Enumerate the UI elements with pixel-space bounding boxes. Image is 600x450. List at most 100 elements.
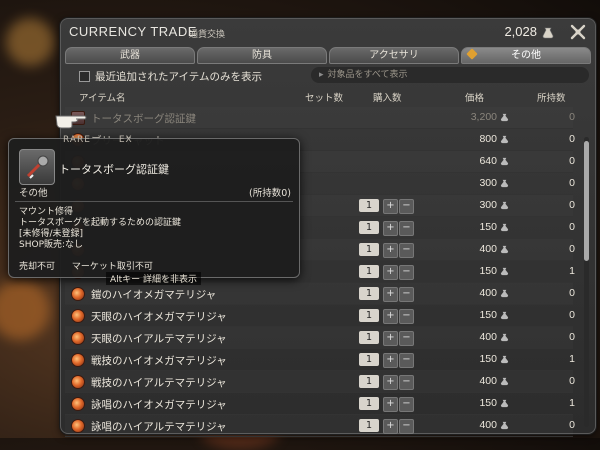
title-bar[interactable]: CURRENCY TRADE 通貨交換 2,028 xyxy=(61,19,595,45)
quantity-input[interactable]: 1 xyxy=(359,331,379,344)
tab-accessories[interactable]: アクセサリ xyxy=(329,47,459,64)
item-price: 150 xyxy=(479,265,497,277)
decrement-button[interactable]: − xyxy=(399,375,414,390)
quantity-input[interactable]: 1 xyxy=(359,221,379,234)
increment-button[interactable]: + xyxy=(383,265,398,280)
increment-button[interactable]: + xyxy=(383,309,398,324)
quantity-input[interactable]: 1 xyxy=(359,265,379,278)
decrement-button[interactable]: − xyxy=(399,331,414,346)
key-item-icon xyxy=(19,149,55,185)
alt-key-hint: Altキー 詳細を非表示 xyxy=(106,272,202,285)
gil-bag-icon xyxy=(500,355,509,364)
item-price: 800 xyxy=(479,133,497,145)
item-owned: 1 xyxy=(569,265,575,277)
decrement-button[interactable]: − xyxy=(399,265,414,280)
gil-bag-icon xyxy=(500,223,509,232)
window-title: CURRENCY TRADE xyxy=(69,24,197,39)
materia-icon xyxy=(71,309,85,323)
decrement-button[interactable]: − xyxy=(399,199,414,214)
recent-only-checkbox[interactable] xyxy=(79,71,90,82)
item-price: 3,200 xyxy=(470,111,497,123)
increment-button[interactable]: + xyxy=(383,287,398,302)
list-item[interactable]: 鎧のハイオメガマテリジャ 1 + − 400 0 xyxy=(65,283,575,305)
item-owned: 0 xyxy=(569,221,575,233)
increment-button[interactable]: + xyxy=(383,397,398,412)
quantity-input[interactable]: 1 xyxy=(359,375,379,388)
item-tags: RARE EX xyxy=(63,135,157,145)
scrollbar[interactable] xyxy=(584,137,589,427)
item-name: トータスボーグ認証鍵 xyxy=(91,113,196,125)
item-owned: 0 xyxy=(569,155,575,167)
item-name: 戦技のハイアルテマテリジャ xyxy=(91,377,227,389)
increment-button[interactable]: + xyxy=(383,419,398,434)
divider xyxy=(15,201,293,202)
list-item[interactable]: 戦技のハイオメガマテリジャ 1 + − 150 1 xyxy=(65,349,575,371)
scroll-thumb[interactable] xyxy=(584,141,589,261)
crossed-tools-icon[interactable] xyxy=(569,23,587,41)
decrement-button[interactable]: − xyxy=(399,287,414,302)
increment-button[interactable]: + xyxy=(383,375,398,390)
quantity-input[interactable]: 1 xyxy=(359,199,379,212)
header-purchase-count[interactable]: 購入数 xyxy=(373,90,402,104)
list-item[interactable]: 天眼のハイオメガマテリジャ 1 + − 150 0 xyxy=(65,305,575,327)
list-item[interactable]: トータスボーグ認証鍵 3,200 0 xyxy=(65,107,575,129)
header-price[interactable]: 価格 xyxy=(465,90,484,104)
tab-selected-marker-icon xyxy=(466,48,478,60)
tag-rare: RARE xyxy=(63,135,91,145)
decrement-button[interactable]: − xyxy=(399,419,414,434)
increment-button[interactable]: + xyxy=(383,331,398,346)
item-owned: 0 xyxy=(569,133,575,145)
tab-label: 武器 xyxy=(120,50,140,61)
background-light xyxy=(6,18,54,66)
increment-button[interactable]: + xyxy=(383,221,398,236)
list-item[interactable]: 詠唱のハイオメガマテリジャ 1 + − 150 1 xyxy=(65,393,575,415)
decrement-button[interactable]: − xyxy=(399,243,414,258)
header-owned[interactable]: 所持数 xyxy=(537,90,566,104)
list-item[interactable]: 詠唱のハイアルテマテリジャ 1 + − 400 0 xyxy=(65,415,575,437)
materia-icon xyxy=(71,419,85,433)
decrement-button[interactable]: − xyxy=(399,309,414,324)
gil-bag-icon xyxy=(500,377,509,386)
gil-bag-icon xyxy=(500,157,509,166)
decrement-button[interactable]: − xyxy=(399,221,414,236)
tab-label: 防具 xyxy=(252,50,272,61)
item-price: 300 xyxy=(479,199,497,211)
header-set-count[interactable]: セット数 xyxy=(305,90,343,104)
list-item[interactable]: 天眼のハイアルテマテリジャ 1 + − 400 0 xyxy=(65,327,575,349)
desc-line: [未修得/未登録] xyxy=(19,229,84,239)
quantity-input[interactable]: 1 xyxy=(359,309,379,322)
tab-label: アクセサリ xyxy=(369,50,419,61)
window-subtitle: 通貨交換 xyxy=(189,30,226,40)
list-item[interactable]: 戦技のハイアルテマテリジャ 1 + − 400 0 xyxy=(65,371,575,393)
item-owned: 0 xyxy=(569,309,575,321)
recent-only-label[interactable]: 最近追加されたアイテムのみを表示 xyxy=(95,69,262,84)
tab-armor[interactable]: 防具 xyxy=(197,47,327,64)
tag-ex: EX xyxy=(118,135,133,145)
tooltip-item-name: トータスボーグ認証鍵 xyxy=(59,163,169,176)
quantity-input[interactable]: 1 xyxy=(359,287,379,300)
quantity-input[interactable]: 1 xyxy=(359,353,379,366)
gil-bag-icon xyxy=(500,289,509,298)
decrement-button[interactable]: − xyxy=(399,353,414,368)
decrement-button[interactable]: − xyxy=(399,397,414,412)
item-owned: 0 xyxy=(569,419,575,431)
gil-bag-icon xyxy=(500,267,509,276)
key-icon xyxy=(26,155,49,179)
gil-bag-icon xyxy=(500,333,509,342)
quantity-input[interactable]: 1 xyxy=(359,243,379,256)
quantity-input[interactable]: 1 xyxy=(359,397,379,410)
show-all-button[interactable]: ▸ 対象品をすべて表示 xyxy=(311,67,589,83)
item-price: 640 xyxy=(479,155,497,167)
increment-button[interactable]: + xyxy=(383,353,398,368)
tab-weapons[interactable]: 武器 xyxy=(65,47,195,64)
header-item-name[interactable]: アイテム名 xyxy=(79,90,126,104)
gil-bag-icon xyxy=(500,245,509,254)
gil-amount: 2,028 xyxy=(504,24,537,39)
increment-button[interactable]: + xyxy=(383,199,398,214)
item-name: 天眼のハイアルテマテリジャ xyxy=(91,333,227,345)
increment-button[interactable]: + xyxy=(383,243,398,258)
desc-line: トータスボーグを起動するための認証鍵 xyxy=(19,218,182,228)
quantity-input[interactable]: 1 xyxy=(359,419,379,432)
item-name: 詠唱のハイアルテマテリジャ xyxy=(91,421,227,433)
tab-other[interactable]: その他 xyxy=(461,47,591,64)
